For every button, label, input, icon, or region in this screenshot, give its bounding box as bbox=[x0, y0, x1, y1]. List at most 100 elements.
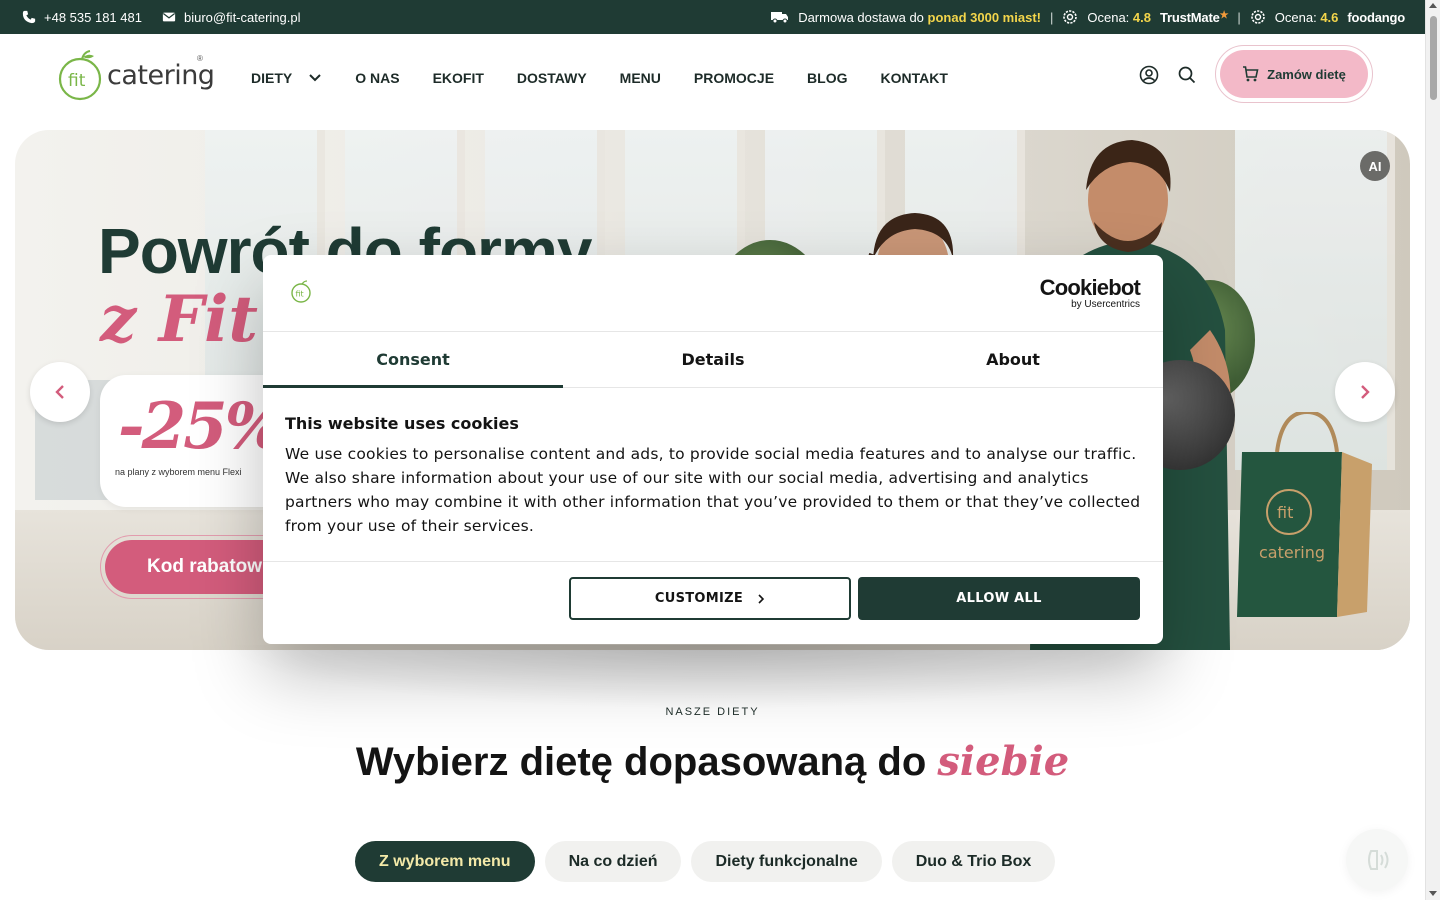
chevron-left-icon bbox=[55, 385, 64, 399]
hero-bag-image: fit catering bbox=[1237, 412, 1372, 617]
trustmate-text: TrustMate bbox=[1160, 9, 1220, 25]
tab-details[interactable]: Details bbox=[563, 332, 863, 387]
dialog-shadow bbox=[221, 645, 1205, 710]
gear-badge-icon bbox=[1250, 10, 1265, 24]
cookiebot-logo[interactable]: Cookiebot by Usercentrics bbox=[1039, 275, 1141, 311]
mail-icon bbox=[162, 12, 176, 22]
carousel-prev-button[interactable] bbox=[30, 362, 90, 422]
cookiebot-by: by Usercentrics bbox=[1071, 299, 1140, 310]
diet-tab-diety-funkcjonalne[interactable]: Diety funkcjonalne bbox=[691, 841, 882, 882]
phone-link[interactable]: +48 535 181 481 bbox=[22, 10, 142, 25]
carousel-next-button[interactable] bbox=[1335, 362, 1395, 422]
delivery-highlight: ponad 3000 miast! bbox=[927, 9, 1041, 25]
nav-item-diety[interactable]: DIETY bbox=[251, 70, 322, 86]
site-header: fit catering ® DIETY O NAS EKOFIT DOSTAW… bbox=[0, 34, 1425, 130]
chevron-right-icon bbox=[758, 593, 765, 604]
nav-label: MENU bbox=[619, 70, 661, 86]
site-logo[interactable]: fit catering ® bbox=[58, 48, 215, 104]
dialog-tabs: Consent Details About bbox=[263, 332, 1163, 388]
section-title-accent: siebie bbox=[937, 738, 1070, 785]
diet-filter-tabs: Z wyborem menu Na co dzień Diety funkcjo… bbox=[355, 841, 1056, 882]
header-icons bbox=[1139, 65, 1197, 85]
bag-logo-fit: fit bbox=[1277, 503, 1293, 522]
rating-label: Ocena: bbox=[1274, 9, 1317, 25]
nav-item-blog[interactable]: BLOG bbox=[807, 70, 847, 86]
tab-consent[interactable]: Consent bbox=[263, 332, 563, 388]
chevron-down-icon bbox=[309, 74, 321, 82]
main-nav: DIETY O NAS EKOFIT DOSTAWY MENU PROMOCJE… bbox=[251, 70, 948, 86]
scroll-up-icon[interactable] bbox=[1429, 3, 1437, 8]
nav-item-promocje[interactable]: PROMOCJE bbox=[694, 70, 774, 86]
svg-text:fit: fit bbox=[296, 290, 304, 299]
rating-value: 4.6 bbox=[1320, 9, 1339, 25]
section-title: Wybierz dietę dopasowaną do siebie bbox=[0, 738, 1425, 785]
cart-icon bbox=[1243, 66, 1259, 82]
trustmate-logo[interactable]: TrustMate★ bbox=[1160, 9, 1229, 25]
nav-label: EKOFIT bbox=[432, 70, 484, 86]
section-title-main: Wybierz dietę dopasowaną do bbox=[355, 740, 927, 784]
rating-value: 4.8 bbox=[1132, 9, 1151, 25]
discount-note: na plany z wyborem menu Flexi bbox=[115, 467, 242, 477]
delivery-prefix: Darmowa dostawa do bbox=[798, 9, 924, 25]
nav-label: KONTAKT bbox=[880, 70, 948, 86]
user-icon[interactable] bbox=[1139, 65, 1159, 85]
diet-tab-duo-trio-box[interactable]: Duo & Trio Box bbox=[891, 841, 1056, 882]
nav-item-menu[interactable]: MENU bbox=[620, 70, 661, 86]
diet-tab-z-wyborem-menu[interactable]: Z wyborem menu bbox=[355, 841, 535, 882]
chat-widget-button[interactable] bbox=[1346, 829, 1408, 891]
scrollbar-thumb[interactable] bbox=[1430, 16, 1437, 100]
delivery-text: Darmowa dostawa do ponad 3000 miast! bbox=[798, 10, 1041, 25]
search-icon[interactable] bbox=[1177, 65, 1197, 85]
star-icon: ★ bbox=[1219, 9, 1229, 21]
nav-label: DOSTAWY bbox=[516, 70, 587, 86]
order-diet-button[interactable]: Zamów dietę bbox=[1220, 50, 1368, 98]
logo-registered: ® bbox=[197, 54, 203, 63]
dialog-body: This website uses cookies We use cookies… bbox=[263, 388, 1163, 562]
discount-value: -25% bbox=[118, 389, 285, 464]
cookiebot-name: Cookiebot bbox=[1039, 275, 1141, 300]
customize-button[interactable]: CUSTOMIZE bbox=[569, 577, 851, 620]
rating-trustmate: Ocena: 4.8 bbox=[1087, 10, 1151, 25]
page-scrollbar[interactable] bbox=[1425, 0, 1440, 900]
diet-tab-na-co-dzien[interactable]: Na co dzień bbox=[544, 841, 682, 882]
ai-badge: AI bbox=[1360, 151, 1390, 181]
nav-item-kontakt[interactable]: KONTAKT bbox=[880, 70, 947, 86]
dialog-text: We use cookies to personalise content an… bbox=[285, 445, 1141, 535]
top-bar: +48 535 181 481 biuro@fit-catering.pl Da… bbox=[0, 0, 1425, 34]
nav-label: DIETY bbox=[251, 70, 293, 86]
rating-foodango: Ocena: 4.6 bbox=[1275, 10, 1339, 25]
nav-item-ekofit[interactable]: EKOFIT bbox=[433, 70, 484, 86]
email-link[interactable]: biuro@fit-catering.pl bbox=[162, 10, 301, 25]
separator: | bbox=[1237, 9, 1241, 25]
site-logo-small-icon: fit bbox=[291, 280, 311, 303]
phone-icon bbox=[22, 10, 36, 24]
separator: | bbox=[1049, 9, 1054, 25]
svg-text:fit: fit bbox=[68, 71, 86, 91]
section-kicker: NASZE DIETY bbox=[665, 706, 760, 718]
phone-number: +48 535 181 481 bbox=[44, 9, 142, 25]
nav-item-o-nas[interactable]: O NAS bbox=[355, 70, 399, 86]
order-button-frame: Zamów dietę bbox=[1215, 45, 1373, 103]
nav-label: BLOG bbox=[807, 70, 848, 86]
dialog-header: fit Cookiebot by Usercentrics bbox=[263, 255, 1163, 332]
chevron-right-icon bbox=[1361, 385, 1370, 399]
customize-label: CUSTOMIZE bbox=[654, 591, 744, 606]
allow-all-button[interactable]: ALLOW ALL bbox=[858, 577, 1140, 620]
nav-label: O NAS bbox=[355, 70, 400, 86]
gear-badge-icon bbox=[1063, 10, 1078, 24]
nav-item-dostawy[interactable]: DOSTAWY bbox=[517, 70, 587, 86]
tab-about[interactable]: About bbox=[863, 332, 1163, 387]
chat-voice-icon bbox=[1368, 850, 1389, 870]
cookie-consent-dialog: fit Cookiebot by Usercentrics Consent De… bbox=[263, 255, 1163, 644]
logo-wordmark: catering bbox=[107, 60, 215, 91]
foodango-logo[interactable]: foodango bbox=[1347, 10, 1405, 25]
order-label: Zamów dietę bbox=[1267, 66, 1346, 82]
bag-logo-word: catering bbox=[1259, 543, 1325, 562]
truck-icon bbox=[771, 12, 789, 24]
dialog-heading: This website uses cookies bbox=[285, 414, 519, 433]
rating-label: Ocena: bbox=[1087, 9, 1130, 25]
logo-apple-icon: fit bbox=[58, 50, 102, 101]
dialog-actions: CUSTOMIZE ALLOW ALL bbox=[263, 562, 1163, 643]
scroll-down-icon[interactable] bbox=[1429, 891, 1437, 896]
email-address: biuro@fit-catering.pl bbox=[183, 9, 301, 25]
